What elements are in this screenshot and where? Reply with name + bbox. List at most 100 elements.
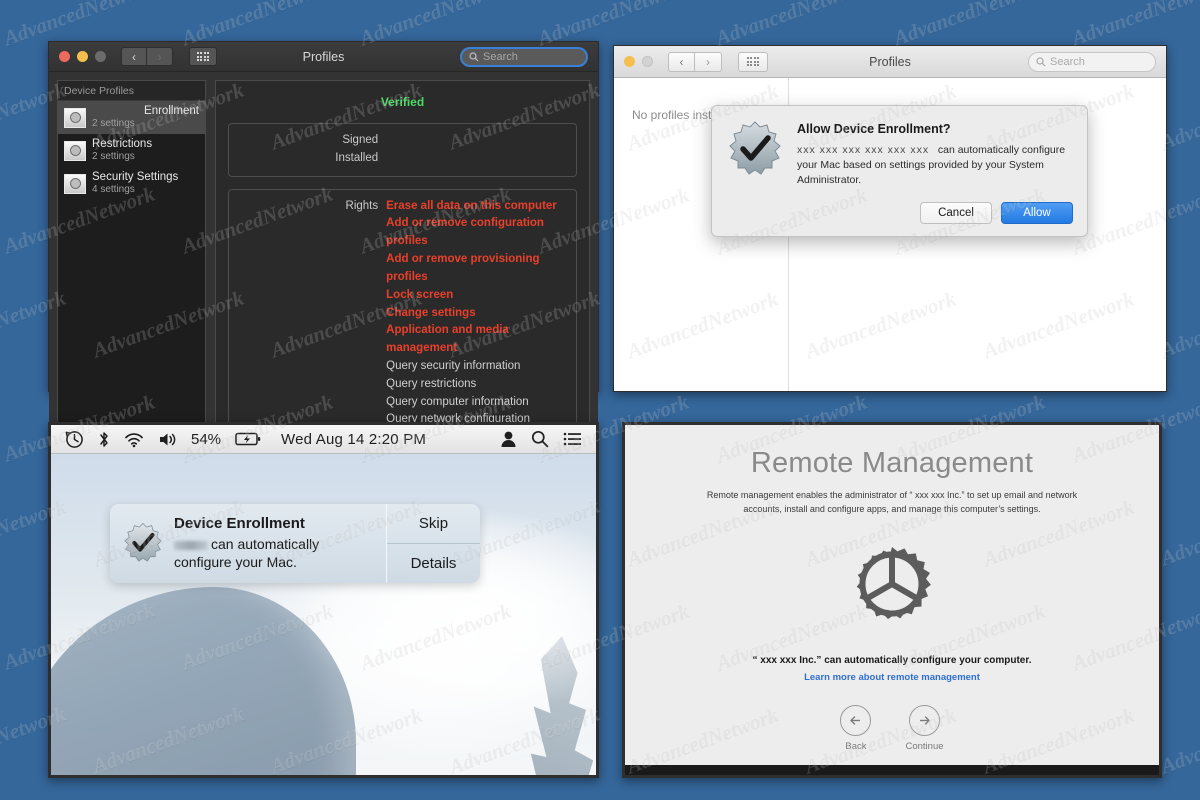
arrow-right-icon <box>909 705 940 736</box>
notification-body: can automatically configure your Mac. <box>174 535 378 571</box>
spotlight-search-icon[interactable] <box>531 430 549 448</box>
page-subtitle: Remote management enables the administra… <box>706 490 1078 514</box>
menubar-clock[interactable]: Wed Aug 14 2:20 PM <box>281 431 426 448</box>
status-badge: Verified <box>380 95 425 109</box>
time-machine-icon[interactable] <box>65 430 84 449</box>
rights-label: Rights <box>345 199 379 212</box>
gear-icon <box>842 534 942 639</box>
sidebar-item-label: Restrictions <box>92 138 153 151</box>
watermark-text: AdvancedNetwork <box>890 0 1048 51</box>
learn-more-link[interactable]: Learn more about remote management <box>804 672 980 683</box>
close-button[interactable] <box>59 51 70 62</box>
dialog-title: Allow Device Enrollment? <box>797 122 951 136</box>
desktop-window: 54% Wed Aug 14 2:20 PM Device Enrollment… <box>48 422 599 778</box>
sidebar-item-security-settings[interactable]: Security Settings 4 settings <box>58 167 205 200</box>
dialog-content: Allow Device Enrollment? xxx xxx xxx xxx… <box>797 120 1073 224</box>
zoom-button[interactable] <box>95 51 106 62</box>
forward-icon[interactable]: › <box>147 47 173 66</box>
signature-box: Signed Installed <box>228 123 577 177</box>
grid-dots <box>196 52 210 61</box>
detail-field-signed: Signed <box>239 132 566 150</box>
redacted-org-name: xxx xxx xxx xxx xxx xxx <box>797 144 930 156</box>
grid-dots <box>746 57 760 66</box>
field-key: Signed <box>342 134 379 146</box>
page-title: Remote Management <box>750 447 1034 479</box>
sidebar-item-enrollment[interactable]: Enrollment 2 settings <box>58 101 205 134</box>
back-button[interactable]: Back <box>840 705 872 752</box>
allow-button[interactable]: Allow <box>1001 201 1073 224</box>
titlebar-light: ‹ › Profiles Search <box>614 46 1166 78</box>
skip-button[interactable]: Skip <box>387 504 480 543</box>
profiles-light-body: No profiles installed Allow Device Enrol… <box>614 78 1166 391</box>
battery-charging-icon[interactable] <box>235 431 261 447</box>
sidebar-item-label: Enrollment <box>144 105 199 118</box>
dialog-body: xxx xxx xxx xxx xxx xxx can automaticall… <box>797 143 1073 189</box>
dialog-actions: Cancel Allow <box>797 201 1073 224</box>
cancel-button[interactable]: Cancel <box>920 201 992 224</box>
forward-icon[interactable]: › <box>695 51 722 72</box>
battery-percent-label[interactable]: 54% <box>191 431 221 448</box>
search-input[interactable]: Search <box>460 46 588 67</box>
watermark-text: AdvancedNetwork <box>1068 0 1200 51</box>
right-item: Query restrictions <box>386 377 477 390</box>
minimize-button[interactable] <box>624 56 635 67</box>
notification-actions: Skip Details <box>386 504 480 584</box>
watermark-text: AdvancedNetwork <box>1157 493 1200 571</box>
profiles-light-window: ‹ › Profiles Search No profiles installe… <box>613 45 1167 392</box>
macos-menubar: 54% Wed Aug 14 2:20 PM <box>51 425 596 454</box>
sidebar-item-text: Security Settings 4 settings <box>92 171 199 196</box>
detail-field-installed: Installed <box>239 150 566 168</box>
search-icon <box>1036 56 1046 66</box>
notification-center-icon[interactable] <box>563 431 582 447</box>
right-item: Add or remove provisioning profiles <box>386 253 540 283</box>
sidebar-item-restrictions[interactable]: Restrictions 2 settings <box>58 134 205 167</box>
user-account-icon[interactable] <box>500 430 517 448</box>
nav-button-group: ‹ › <box>121 47 173 66</box>
show-all-grid-icon[interactable] <box>738 51 768 72</box>
search-icon <box>469 51 479 61</box>
arrow-left-icon <box>840 705 872 736</box>
right-item: Application and media management <box>386 324 509 355</box>
notification-content: Device Enrollment can automatically conf… <box>110 504 386 583</box>
notification-text: Device Enrollment can automatically conf… <box>174 515 378 571</box>
volume-icon[interactable] <box>158 430 177 449</box>
notification-title: Device Enrollment <box>174 515 305 532</box>
sidebar-item-label: Security Settings <box>92 171 179 184</box>
bluetooth-icon[interactable] <box>98 430 110 449</box>
dock-strip <box>625 765 1159 775</box>
right-item: Query security information <box>386 359 521 372</box>
enrollment-seal-icon <box>122 522 164 564</box>
enrollment-seal-icon <box>726 120 784 178</box>
profile-detail-pane: Verified Signed Installed Rights Erase a… <box>215 80 590 466</box>
wifi-icon[interactable] <box>124 430 144 449</box>
right-item: Query computer information <box>386 395 529 408</box>
minimize-button[interactable] <box>77 51 88 62</box>
profiles-body: Device Profiles Enrollment 2 settings Re… <box>49 72 598 474</box>
continue-button[interactable]: Continue <box>905 705 944 752</box>
field-value <box>386 132 566 150</box>
back-icon[interactable]: ‹ <box>121 47 147 66</box>
details-button[interactable]: Details <box>387 543 480 583</box>
sidebar-item-text: Enrollment 2 settings <box>92 105 199 130</box>
sidebar-item-settings: 4 settings <box>92 184 135 196</box>
redacted-org-name <box>174 540 208 550</box>
search-input[interactable]: Search <box>1028 51 1156 72</box>
rights-list: Erase all data on this computer Add or r… <box>386 198 566 430</box>
zoom-button[interactable] <box>642 56 653 67</box>
sun-haze <box>51 454 596 775</box>
right-item: Add or remove configuration profiles <box>386 217 544 248</box>
profiles-dark-window: ‹ › Profiles Search Device Profiles Enro… <box>48 41 599 474</box>
watermark-text: AdvancedNetwork <box>712 0 870 51</box>
show-all-grid-icon[interactable] <box>189 47 217 66</box>
remote-management-window: Remote Management Remote management enab… <box>622 422 1162 778</box>
rights-row: Rights Erase all data on this computer A… <box>239 198 566 430</box>
setup-navigation: Back Continue <box>840 705 944 752</box>
sidebar-item-settings: 2 settings <box>92 151 135 163</box>
nav-button-group: ‹ › <box>668 51 722 72</box>
search-placeholder: Search <box>1050 55 1085 68</box>
sidebar-item-settings: 2 settings <box>92 118 135 130</box>
back-icon[interactable]: ‹ <box>668 51 695 72</box>
right-item: Lock screen <box>386 288 454 301</box>
device-profiles-list: Device Profiles Enrollment 2 settings Re… <box>57 80 206 440</box>
profile-icon <box>64 140 86 161</box>
